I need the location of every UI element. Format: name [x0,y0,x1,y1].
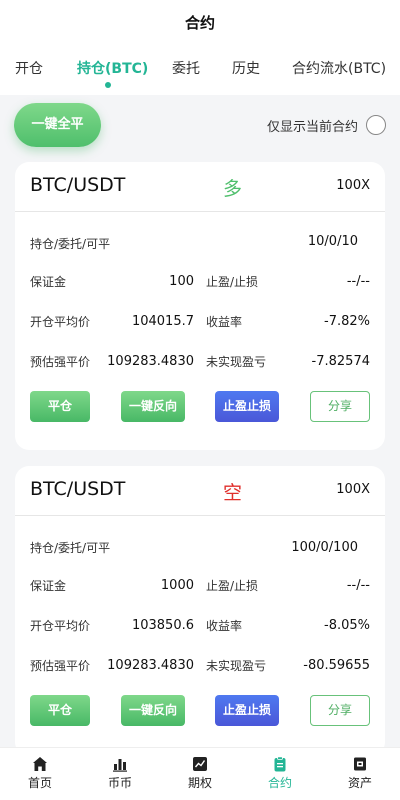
entry-price-label: 开仓平均价 [30,619,91,633]
only-current-radio[interactable] [366,115,386,135]
position-card: BTC/USDT 多 100X 持仓/委托/可平 10/0/10 保证金 100… [15,162,385,450]
position-card: BTC/USDT 空 100X 持仓/委托/可平 100/0/100 保证金 1… [15,466,385,756]
tpsl-label: 止盈/止损 [206,275,259,289]
bar-chart-icon [112,756,128,772]
liq-price-value: 109283.4830 [107,354,194,369]
nav-home-label: 首页 [27,776,52,790]
entry-price-value: 103850.6 [131,618,194,633]
nav-options[interactable]: 期权 [160,756,240,791]
leverage: 100X [336,482,370,497]
leverage: 100X [336,178,370,193]
contract-clipboard-icon [272,756,288,772]
position-side-short: 空 [223,482,243,504]
close-position-button[interactable]: 平仓 [30,391,90,422]
tab-positions[interactable]: 持仓(BTC) [77,58,148,78]
pnl-value: -80.59655 [303,658,370,673]
hold-value: 100/0/100 [291,540,358,555]
tab-orders[interactable]: 委托 [172,58,200,78]
share-button[interactable]: 分享 [310,391,370,422]
roe-value: -8.05% [324,618,370,633]
nav-contract-label: 合约 [267,776,292,790]
tpsl-value: --/-- [346,578,370,593]
margin-row: 保证金 1000 止盈/止损 --/-- [15,574,385,598]
nav-assets-label: 资产 [347,776,372,790]
hold-value: 10/0/10 [307,234,358,249]
entry-row: 开仓平均价 103850.6 收益率 -8.05% [15,614,385,638]
hold-label: 持仓/委托/可平 [30,541,111,555]
trend-chart-icon [192,756,208,772]
roe-value: -7.82% [324,314,370,329]
share-button[interactable]: 分享 [310,695,370,726]
liq-price-label: 预估强平价 [30,659,91,673]
liq-row: 预估强平价 109283.4830 未实现盈亏 -7.82574 [15,350,385,374]
nav-options-label: 期权 [187,776,212,790]
hold-label: 持仓/委托/可平 [30,237,111,251]
bottom-nav: 首页 币币 期权 合约 资产 [0,747,400,800]
nav-home[interactable]: 首页 [0,756,80,791]
position-card-header: BTC/USDT 空 100X [15,466,385,516]
close-all-button[interactable]: 一键全平 [14,103,101,147]
only-current-toggle[interactable]: 仅显示当前合约 [267,114,386,136]
tab-history[interactable]: 历史 [232,58,260,78]
wallet-icon [352,756,368,772]
only-current-label: 仅显示当前合约 [266,119,358,135]
margin-label: 保证金 [30,579,67,593]
tpsl-button[interactable]: 止盈止损 [215,695,279,726]
hold-row: 持仓/委托/可平 10/0/10 [15,232,385,256]
liq-price-label: 预估强平价 [30,355,91,369]
margin-row: 保证金 100 止盈/止损 --/-- [15,270,385,294]
hold-row: 持仓/委托/可平 100/0/100 [15,536,385,560]
close-position-button[interactable]: 平仓 [30,695,90,726]
position-card-header: BTC/USDT 多 100X [15,162,385,212]
reverse-position-button[interactable]: 一键反向 [121,391,185,422]
tpsl-value: --/-- [346,274,370,289]
entry-price-value: 104015.7 [131,314,194,329]
roe-label: 收益率 [206,619,243,633]
pnl-label: 未实现盈亏 [206,659,267,673]
liq-price-value: 109283.4830 [107,658,194,673]
trading-pair: BTC/USDT [30,478,126,500]
nav-contract[interactable]: 合约 [240,756,320,791]
tpsl-label: 止盈/止损 [206,579,259,593]
liq-row: 预估强平价 109283.4830 未实现盈亏 -80.59655 [15,654,385,678]
entry-row: 开仓平均价 104015.7 收益率 -7.82% [15,310,385,334]
tab-open[interactable]: 开仓 [15,58,43,78]
home-icon [32,756,48,772]
page-title: 合约 [184,14,215,32]
margin-label: 保证金 [30,275,67,289]
reverse-position-button[interactable]: 一键反向 [121,695,185,726]
position-side-long: 多 [223,178,243,200]
tab-contract-flow[interactable]: 合约流水(BTC) [292,58,386,78]
active-tab-indicator [105,82,111,88]
nav-spot-label: 币币 [107,776,132,790]
header: 合约 开仓 持仓(BTC) 委托 历史 合约流水(BTC) [0,0,400,95]
margin-value: 100 [169,274,194,289]
trading-pair: BTC/USDT [30,174,126,196]
entry-price-label: 开仓平均价 [30,315,91,329]
tpsl-button[interactable]: 止盈止损 [215,391,279,422]
pnl-label: 未实现盈亏 [206,355,267,369]
tab-bar: 开仓 持仓(BTC) 委托 历史 合约流水(BTC) [0,58,400,88]
nav-spot[interactable]: 币币 [80,756,160,791]
roe-label: 收益率 [206,315,243,329]
margin-value: 1000 [160,578,194,593]
pnl-value: -7.82574 [311,354,370,369]
nav-assets[interactable]: 资产 [320,756,400,791]
